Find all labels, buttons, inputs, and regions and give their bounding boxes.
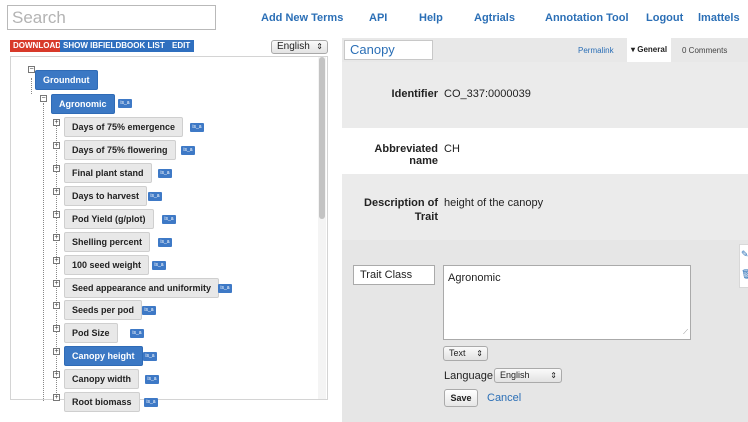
nav-add-new-terms[interactable]: Add New Terms [261,12,343,24]
expand-icon[interactable]: + [53,302,60,309]
expand-icon[interactable]: + [53,142,60,149]
expand-icon[interactable]: + [53,371,60,378]
expand-icon[interactable]: + [53,325,60,332]
type-select-value: Text [449,348,466,358]
is-a-badge: is_a [148,192,162,201]
tree-node-agronomic[interactable]: Agronomic [51,94,115,114]
is-a-badge: is_a [142,306,156,315]
abbrev-label: Abbreviated name [374,143,438,167]
tree-node-item[interactable]: Shelling percent [64,232,151,252]
tree-node-item[interactable]: Days to harvest [64,186,148,206]
type-select[interactable]: Text ⇕ [443,346,488,361]
editor-language-value: English [500,370,530,380]
select-arrows-icon: ⇕ [476,349,483,358]
resize-grip-icon[interactable]: ⟋ [683,329,688,337]
side-toolbar: ✎ 🗑 [739,244,748,288]
cancel-link[interactable]: Cancel [487,392,521,404]
expand-icon[interactable]: + [53,280,60,287]
expand-icon[interactable]: + [53,211,60,218]
is-a-badge: is_a [190,123,204,132]
collapse-icon[interactable]: − [28,66,35,73]
expand-icon[interactable]: + [53,188,60,195]
is-a-badge: is_a [152,261,166,270]
nav-agtrials[interactable]: Agtrials [474,12,515,24]
edit-pencil-icon[interactable]: ✎ [741,249,748,260]
download-button[interactable]: DOWNLOAD [10,40,64,52]
expand-icon[interactable]: + [53,348,60,355]
language-select-value: English [277,41,310,52]
select-arrows-icon: ⇕ [550,371,557,380]
identifier-value: CO_337:0000039 [444,88,531,100]
tab-general[interactable]: ▾ General [627,38,672,62]
description-label-2: Trait [414,211,438,223]
select-arrows-icon: ⇕ [316,42,323,51]
textarea-value: Agronomic [448,272,501,284]
tree-node-item[interactable]: Canopy height [64,346,143,366]
expand-icon[interactable]: + [53,257,60,264]
is-a-badge: is_a [143,352,157,361]
is-a-badge: is_a [162,215,176,224]
tree-node-item[interactable]: Days of 75% flowering [64,140,176,160]
expand-icon[interactable]: + [53,234,60,241]
delete-trash-icon[interactable]: 🗑 [741,269,748,280]
save-button[interactable]: Save [444,389,478,407]
tab-general-label: General [637,45,668,54]
nav-annotation-tool[interactable]: Annotation Tool [545,12,629,24]
tree-node-item[interactable]: Root biomass [64,392,140,412]
tree-node-item[interactable]: Pod Yield (g/plot) [64,209,154,229]
is-a-badge: is_a [218,284,232,293]
nav-logout[interactable]: Logout [646,12,683,24]
language-label: Language: [444,370,496,382]
tree-line [31,78,32,94]
show-list-button[interactable]: SHOW IBFIELDBOOK LIST [60,40,168,52]
tree-node-item[interactable]: Seed appearance and uniformity [64,278,220,298]
is-a-badge: is_a [181,146,195,155]
is-a-badge: is_a [118,99,132,108]
expand-icon[interactable]: + [53,394,60,401]
is-a-badge: is_a [144,398,158,407]
search-input[interactable]: Search [7,5,216,30]
tree-scrollbar-thumb[interactable] [319,57,325,219]
nav-user[interactable]: lmattels [698,12,740,24]
expand-icon[interactable]: + [53,119,60,126]
tree-node-item[interactable]: Pod Size [64,323,118,343]
permalink-link[interactable]: Permalink [578,46,614,55]
is-a-badge: is_a [158,169,172,178]
tree-node-groundnut[interactable]: Groundnut [35,70,98,90]
is-a-badge: is_a [130,329,144,338]
tree-node-item[interactable]: Seeds per pod [64,300,143,320]
editor-language-select[interactable]: English ⇕ [494,368,562,383]
detail-title: Canopy height [344,40,433,75]
collapse-icon[interactable]: − [40,95,47,102]
tree-node-item[interactable]: Days of 75% emergence [64,117,184,137]
tree-node-item[interactable]: Canopy width [64,369,139,389]
abbrev-value: CH [444,143,460,155]
nav-api[interactable]: API [369,12,387,24]
is-a-badge: is_a [158,238,172,247]
tree-line [43,103,44,401]
tree-node-item[interactable]: Final plant stand [64,163,152,183]
tree-node-item[interactable]: 100 seed weight [64,255,150,275]
description-label: Description of [364,197,438,209]
tab-comments[interactable]: 0 Comments [682,46,727,55]
identifier-label: Identifier [391,88,438,100]
expand-icon[interactable]: + [53,165,60,172]
language-select[interactable]: English ⇕ [271,40,328,54]
trait-class-textarea[interactable]: Agronomic ⟋ [443,265,691,340]
is-a-badge: is_a [145,375,159,384]
trait-class-field[interactable]: Trait Class [353,265,435,285]
nav-help[interactable]: Help [419,12,443,24]
tree-scrollbar[interactable] [318,57,326,399]
edit-button[interactable]: EDIT [168,40,195,52]
description-value: height of the canopy [444,197,544,209]
